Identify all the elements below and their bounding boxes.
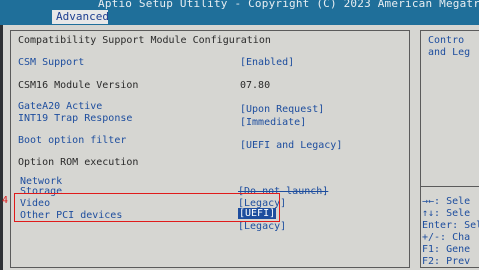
annotation-box: [14, 193, 280, 222]
csm-support-value[interactable]: [Enabled]: [240, 57, 294, 68]
int19-label[interactable]: INT19 Trap Response: [18, 113, 132, 124]
key-hint-2: ↑↓: Sele: [422, 208, 471, 219]
int19-value[interactable]: [Immediate]: [240, 117, 306, 128]
other-pci-alt-value[interactable]: [Legacy]: [238, 221, 286, 232]
key-hint-4: +/-: Cha: [422, 232, 471, 243]
csm-support-label[interactable]: CSM Support: [18, 57, 84, 68]
tab-advanced[interactable]: Advanced: [52, 10, 109, 24]
option-rom-heading: Option ROM execution: [18, 157, 139, 168]
boot-filter-value[interactable]: [UEFI and Legacy]: [240, 140, 342, 151]
key-hint-3: Enter: Sel: [422, 220, 479, 231]
csm16-version-value: 07.80: [240, 80, 271, 91]
help-line-1: Contro: [428, 35, 465, 46]
gatea20-value[interactable]: [Upon Request]: [240, 104, 324, 115]
csm16-version-label: CSM16 Module Version: [18, 80, 139, 91]
key-hint-5: F1: Gene: [422, 244, 471, 255]
boot-filter-label[interactable]: Boot option filter: [18, 135, 126, 146]
annotation-number: 4: [2, 195, 9, 206]
help-separator: [420, 186, 479, 187]
key-hint-6: F2: Prev: [422, 256, 471, 267]
app-title: Aptio Setup Utility - Copyright (C) 2023…: [98, 0, 479, 10]
help-line-2: and Leg: [428, 47, 471, 58]
section-heading: Compatibility Support Module Configurati…: [18, 35, 271, 46]
gatea20-label[interactable]: GateA20 Active: [18, 101, 102, 112]
key-hint-1: →←: Sele: [422, 196, 471, 207]
